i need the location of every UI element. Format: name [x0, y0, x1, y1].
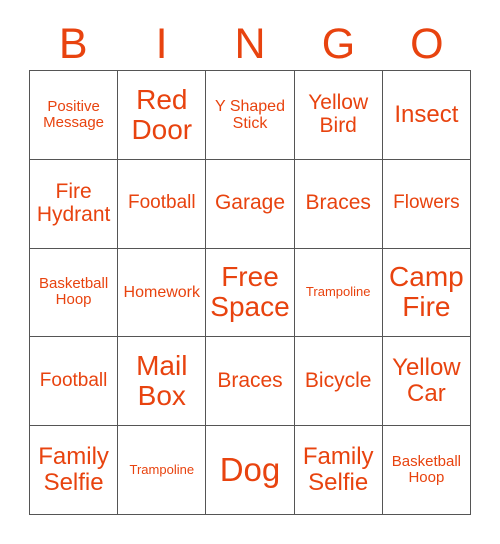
bingo-cell[interactable]: Red Door [118, 71, 207, 160]
bingo-cell[interactable]: Family Selfie [294, 426, 383, 515]
bingo-cell[interactable]: Garage [206, 159, 295, 249]
bingo-cell-label: Yellow Car [392, 354, 461, 408]
bingo-cell-label: Bicycle [304, 368, 372, 392]
bingo-cell[interactable]: Flowers [382, 159, 471, 249]
bingo-cell[interactable]: Family Selfie [30, 426, 119, 515]
bingo-cell[interactable]: Yellow Car [382, 337, 471, 427]
bingo-cell-label: Flowers [393, 192, 460, 214]
bingo-cell[interactable]: Football [30, 337, 119, 427]
bingo-cell[interactable]: Camp Fire [382, 248, 471, 338]
header-letter-b: B [58, 19, 88, 68]
bingo-cell-label: Garage [214, 191, 286, 215]
bingo-cell-label: Trampoline [129, 462, 195, 478]
header-letter-i: I [155, 19, 168, 68]
bingo-cell-label: Insect [394, 100, 459, 128]
bingo-cell[interactable]: Bicycle [294, 337, 383, 427]
bingo-cell-label: Dog [219, 451, 281, 489]
bingo-cell-label: Football [127, 192, 196, 214]
bingo-cell[interactable]: Braces [294, 159, 383, 249]
bingo-cell-label: Positive Message [43, 97, 105, 131]
header-letter-g: G [321, 19, 356, 68]
bingo-cell-label: Braces [305, 191, 371, 215]
bingo-cell[interactable]: Yellow Bird [294, 71, 383, 160]
header-letter-n: N [234, 19, 266, 68]
bingo-cell-label: Football [39, 370, 108, 392]
bingo-cell[interactable]: Braces [206, 337, 295, 427]
bingo-cell-label: Camp Fire [389, 261, 464, 323]
bingo-cell[interactable]: Basketball Hoop [382, 426, 471, 515]
bingo-cell-label: Homework [123, 283, 201, 301]
bingo-cell[interactable]: Positive Message [30, 71, 119, 160]
bingo-cell[interactable]: Basketball Hoop [30, 248, 119, 338]
bingo-cell-label: Family Selfie [38, 443, 109, 497]
bingo-cell[interactable]: Trampoline [118, 426, 207, 515]
bingo-grid: Positive Message Red Door Y Shaped Stick Ye… [29, 70, 471, 515]
bingo-cell-label: Basketball Hoop [38, 275, 109, 309]
bingo-cell[interactable]: Dog [206, 426, 295, 515]
bingo-header: B I N G O [29, 18, 471, 70]
bingo-cell[interactable]: Football [118, 159, 207, 249]
bingo-cell[interactable]: Y Shaped Stick [206, 71, 295, 160]
bingo-cell-label: Trampoline [305, 284, 371, 300]
bingo-cell[interactable]: Free Space [206, 248, 295, 338]
bingo-cell[interactable]: Homework [118, 248, 207, 338]
header-letter-o: O [410, 19, 444, 68]
bingo-cell[interactable]: Mail Box [118, 337, 207, 427]
bingo-cell-label: Braces [217, 368, 283, 392]
bingo-cell[interactable]: Insect [382, 71, 471, 160]
bingo-cell[interactable]: Trampoline [294, 248, 383, 338]
bingo-cell-label: Mail Box [136, 350, 188, 412]
bingo-cell-label: Fire Hydrant [36, 180, 111, 226]
bingo-cell-label: Y Shaped Stick [214, 97, 285, 132]
bingo-card: B I N G O Positive Message Red Door Y Shap… [0, 0, 500, 544]
bingo-cell[interactable]: Fire Hydrant [30, 159, 119, 249]
bingo-cell-label: Yellow Bird [308, 91, 369, 137]
bingo-cell-label: Family Selfie [302, 443, 374, 497]
bingo-cell-label: Free Space [210, 261, 290, 323]
bingo-cell-label: Red Door [131, 83, 193, 145]
bingo-cell-label: Basketball Hoop [391, 452, 461, 487]
